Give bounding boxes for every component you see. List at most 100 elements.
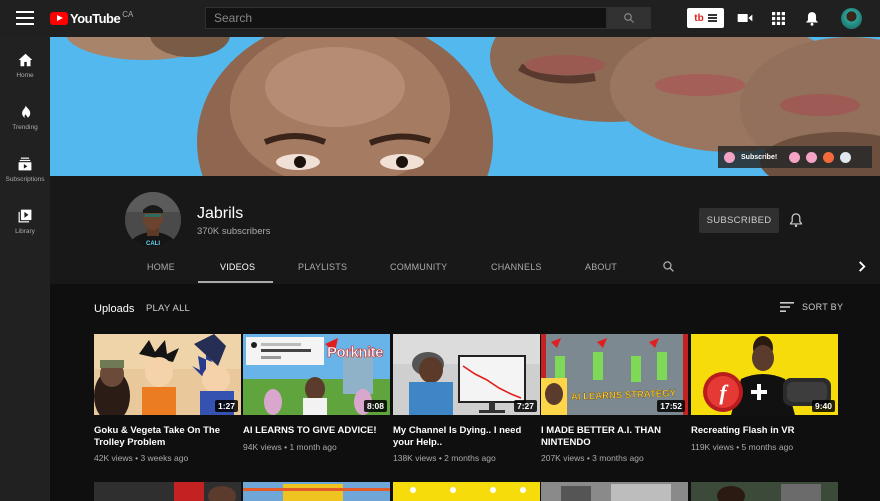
video-title[interactable]: Recreating Flash in VR (691, 425, 838, 437)
video-meta: 207K views • 3 months ago (541, 453, 644, 463)
video-card[interactable]: f 9:40 Recreating Flash in VR 119K views… (691, 334, 838, 452)
channel-banner: Subscribe! (50, 37, 880, 176)
video-card[interactable]: 7:27 My Channel Is Dying.. I need your H… (393, 334, 540, 463)
apps-grid-icon[interactable] (769, 9, 787, 27)
video-meta: 42K views • 3 weeks ago (94, 453, 189, 463)
channel-name: Jabrils (197, 205, 244, 222)
sidebar-item-subscriptions[interactable]: Subscriptions (0, 141, 50, 187)
search-box (205, 7, 607, 29)
section-title: Uploads (94, 303, 135, 315)
view-count: 207K views (541, 453, 585, 463)
search-icon (663, 261, 674, 272)
video-thumbnail-partial[interactable] (243, 482, 390, 501)
subscribe-link-icon[interactable] (724, 151, 735, 163)
chevron-right-icon (859, 261, 866, 272)
video-title[interactable]: Goku & Vegeta Take On The Trolley Proble… (94, 425, 241, 448)
notifications-bell-icon[interactable] (803, 9, 821, 27)
youtube-logo[interactable]: YouTube CA (50, 10, 133, 28)
sidebar-item-label: Home (16, 72, 34, 79)
video-card[interactable]: AI LEARNS STRATEGY 17:52 I MADE BETTER A… (541, 334, 688, 463)
subscribe-button[interactable]: SUBSCRIBED (699, 208, 779, 233)
video-thumbnail[interactable]: AI LEARNS STRATEGY 17:52 (541, 334, 688, 415)
video-meta: 94K views • 1 month ago (243, 441, 337, 452)
video-thumbnail[interactable]: 1:27 (94, 334, 241, 415)
video-meta: 119K views • 5 months ago (691, 441, 794, 452)
channel-tabs: HOME VIDEOS PLAYLISTS COMMUNITY CHANNELS… (50, 254, 880, 284)
video-title[interactable]: AI LEARNS TO GIVE ADVICE! (243, 425, 390, 437)
view-count: 119K views (691, 441, 734, 452)
video-thumbnail[interactable]: f 9:40 (691, 334, 838, 415)
video-duration: 7:27 (513, 400, 537, 412)
video-thumbnail-partial[interactable] (94, 482, 241, 501)
tubebuddy-extension-button[interactable]: tb (687, 8, 724, 28)
patreon-link-icon[interactable] (823, 151, 835, 163)
banner-links: Subscribe! (718, 146, 872, 168)
upload-age: 2 months ago (444, 453, 496, 463)
channel-search-button[interactable] (662, 254, 675, 284)
tubebuddy-icon: tb (694, 12, 704, 24)
video-meta: 138K views • 2 months ago (393, 453, 496, 463)
banner-subscribe-link[interactable]: Subscribe! (741, 154, 777, 161)
video-title[interactable]: My Channel Is Dying.. I need your Help.. (393, 425, 540, 448)
library-icon (18, 209, 32, 223)
sidebar-item-home[interactable]: Home (0, 37, 50, 83)
search-button[interactable] (607, 7, 651, 29)
thumbnail-text: Porknite (327, 344, 384, 362)
sidebar-item-library[interactable]: Library (0, 193, 50, 239)
video-thumbnail[interactable]: Porknite 8:08 (243, 334, 390, 415)
sidebar-item-label: Trending (12, 124, 38, 131)
sort-by-button[interactable]: SORT BY (780, 302, 843, 312)
tab-channels[interactable]: CHANNELS (491, 254, 542, 284)
view-count: 138K views (393, 453, 437, 463)
sidebar-item-trending[interactable]: Trending (0, 89, 50, 135)
home-icon (18, 53, 32, 67)
channel-avatar[interactable]: CALI (125, 192, 181, 248)
view-count: 94K views (243, 441, 282, 452)
search-input[interactable] (206, 8, 606, 28)
video-thumbnail[interactable]: 7:27 (393, 334, 540, 415)
tab-about[interactable]: ABOUT (585, 254, 617, 284)
sort-icon (780, 302, 794, 312)
tab-playlists[interactable]: PLAYLISTS (298, 254, 347, 284)
create-video-icon[interactable] (736, 9, 754, 27)
subscriber-count: 370K subscribers (197, 226, 271, 237)
video-title[interactable]: I MADE BETTER A.I. THAN NINTENDO (541, 425, 688, 448)
video-duration: 1:27 (214, 400, 238, 412)
logo-region: CA (122, 10, 134, 19)
social-link-icon[interactable] (806, 151, 818, 163)
active-tab-indicator (198, 281, 273, 283)
search-icon (624, 13, 634, 23)
sidebar-item-label: Library (15, 228, 35, 235)
sidebar: Home Trending Subscriptions Library (0, 37, 50, 501)
tab-videos[interactable]: VIDEOS (220, 254, 255, 284)
play-all-button[interactable]: PLAY ALL (146, 303, 190, 314)
logo-text: YouTube (70, 11, 121, 26)
notification-bell-icon[interactable] (788, 212, 804, 228)
menu-icon[interactable] (16, 11, 34, 25)
website-link-icon[interactable] (840, 151, 852, 163)
sort-by-label: SORT BY (802, 302, 844, 312)
video-thumbnail-partial[interactable] (691, 482, 838, 501)
video-duration: 8:08 (363, 400, 387, 412)
video-card[interactable]: Porknite 8:08 AI LEARNS TO GIVE ADVICE! … (243, 334, 390, 452)
social-link-icon[interactable] (789, 151, 801, 163)
upload-age: 5 months ago (741, 441, 794, 452)
upload-age: 3 weeks ago (140, 453, 189, 463)
tab-home[interactable]: HOME (147, 254, 175, 284)
videos-section: Uploads PLAY ALL SORT BY 1:27 Goku & Veg… (50, 284, 880, 501)
upload-age: 1 month ago (289, 441, 337, 452)
top-bar: YouTube CA tb (0, 0, 880, 37)
tab-community[interactable]: COMMUNITY (390, 254, 447, 284)
flame-icon (22, 105, 31, 118)
view-count: 42K views (94, 453, 133, 463)
video-card[interactable]: 1:27 Goku & Vegeta Take On The Trolley P… (94, 334, 241, 463)
account-avatar[interactable] (841, 8, 862, 29)
youtube-play-icon (50, 12, 68, 25)
tubebuddy-menu-icon (707, 13, 717, 24)
video-thumbnail-partial[interactable] (393, 482, 540, 501)
subscriptions-icon (18, 157, 32, 171)
tabs-next-button[interactable] (858, 254, 866, 284)
avatar-caption: CALI (146, 241, 160, 247)
video-duration: 9:40 (811, 400, 835, 412)
video-thumbnail-partial[interactable] (541, 482, 688, 501)
